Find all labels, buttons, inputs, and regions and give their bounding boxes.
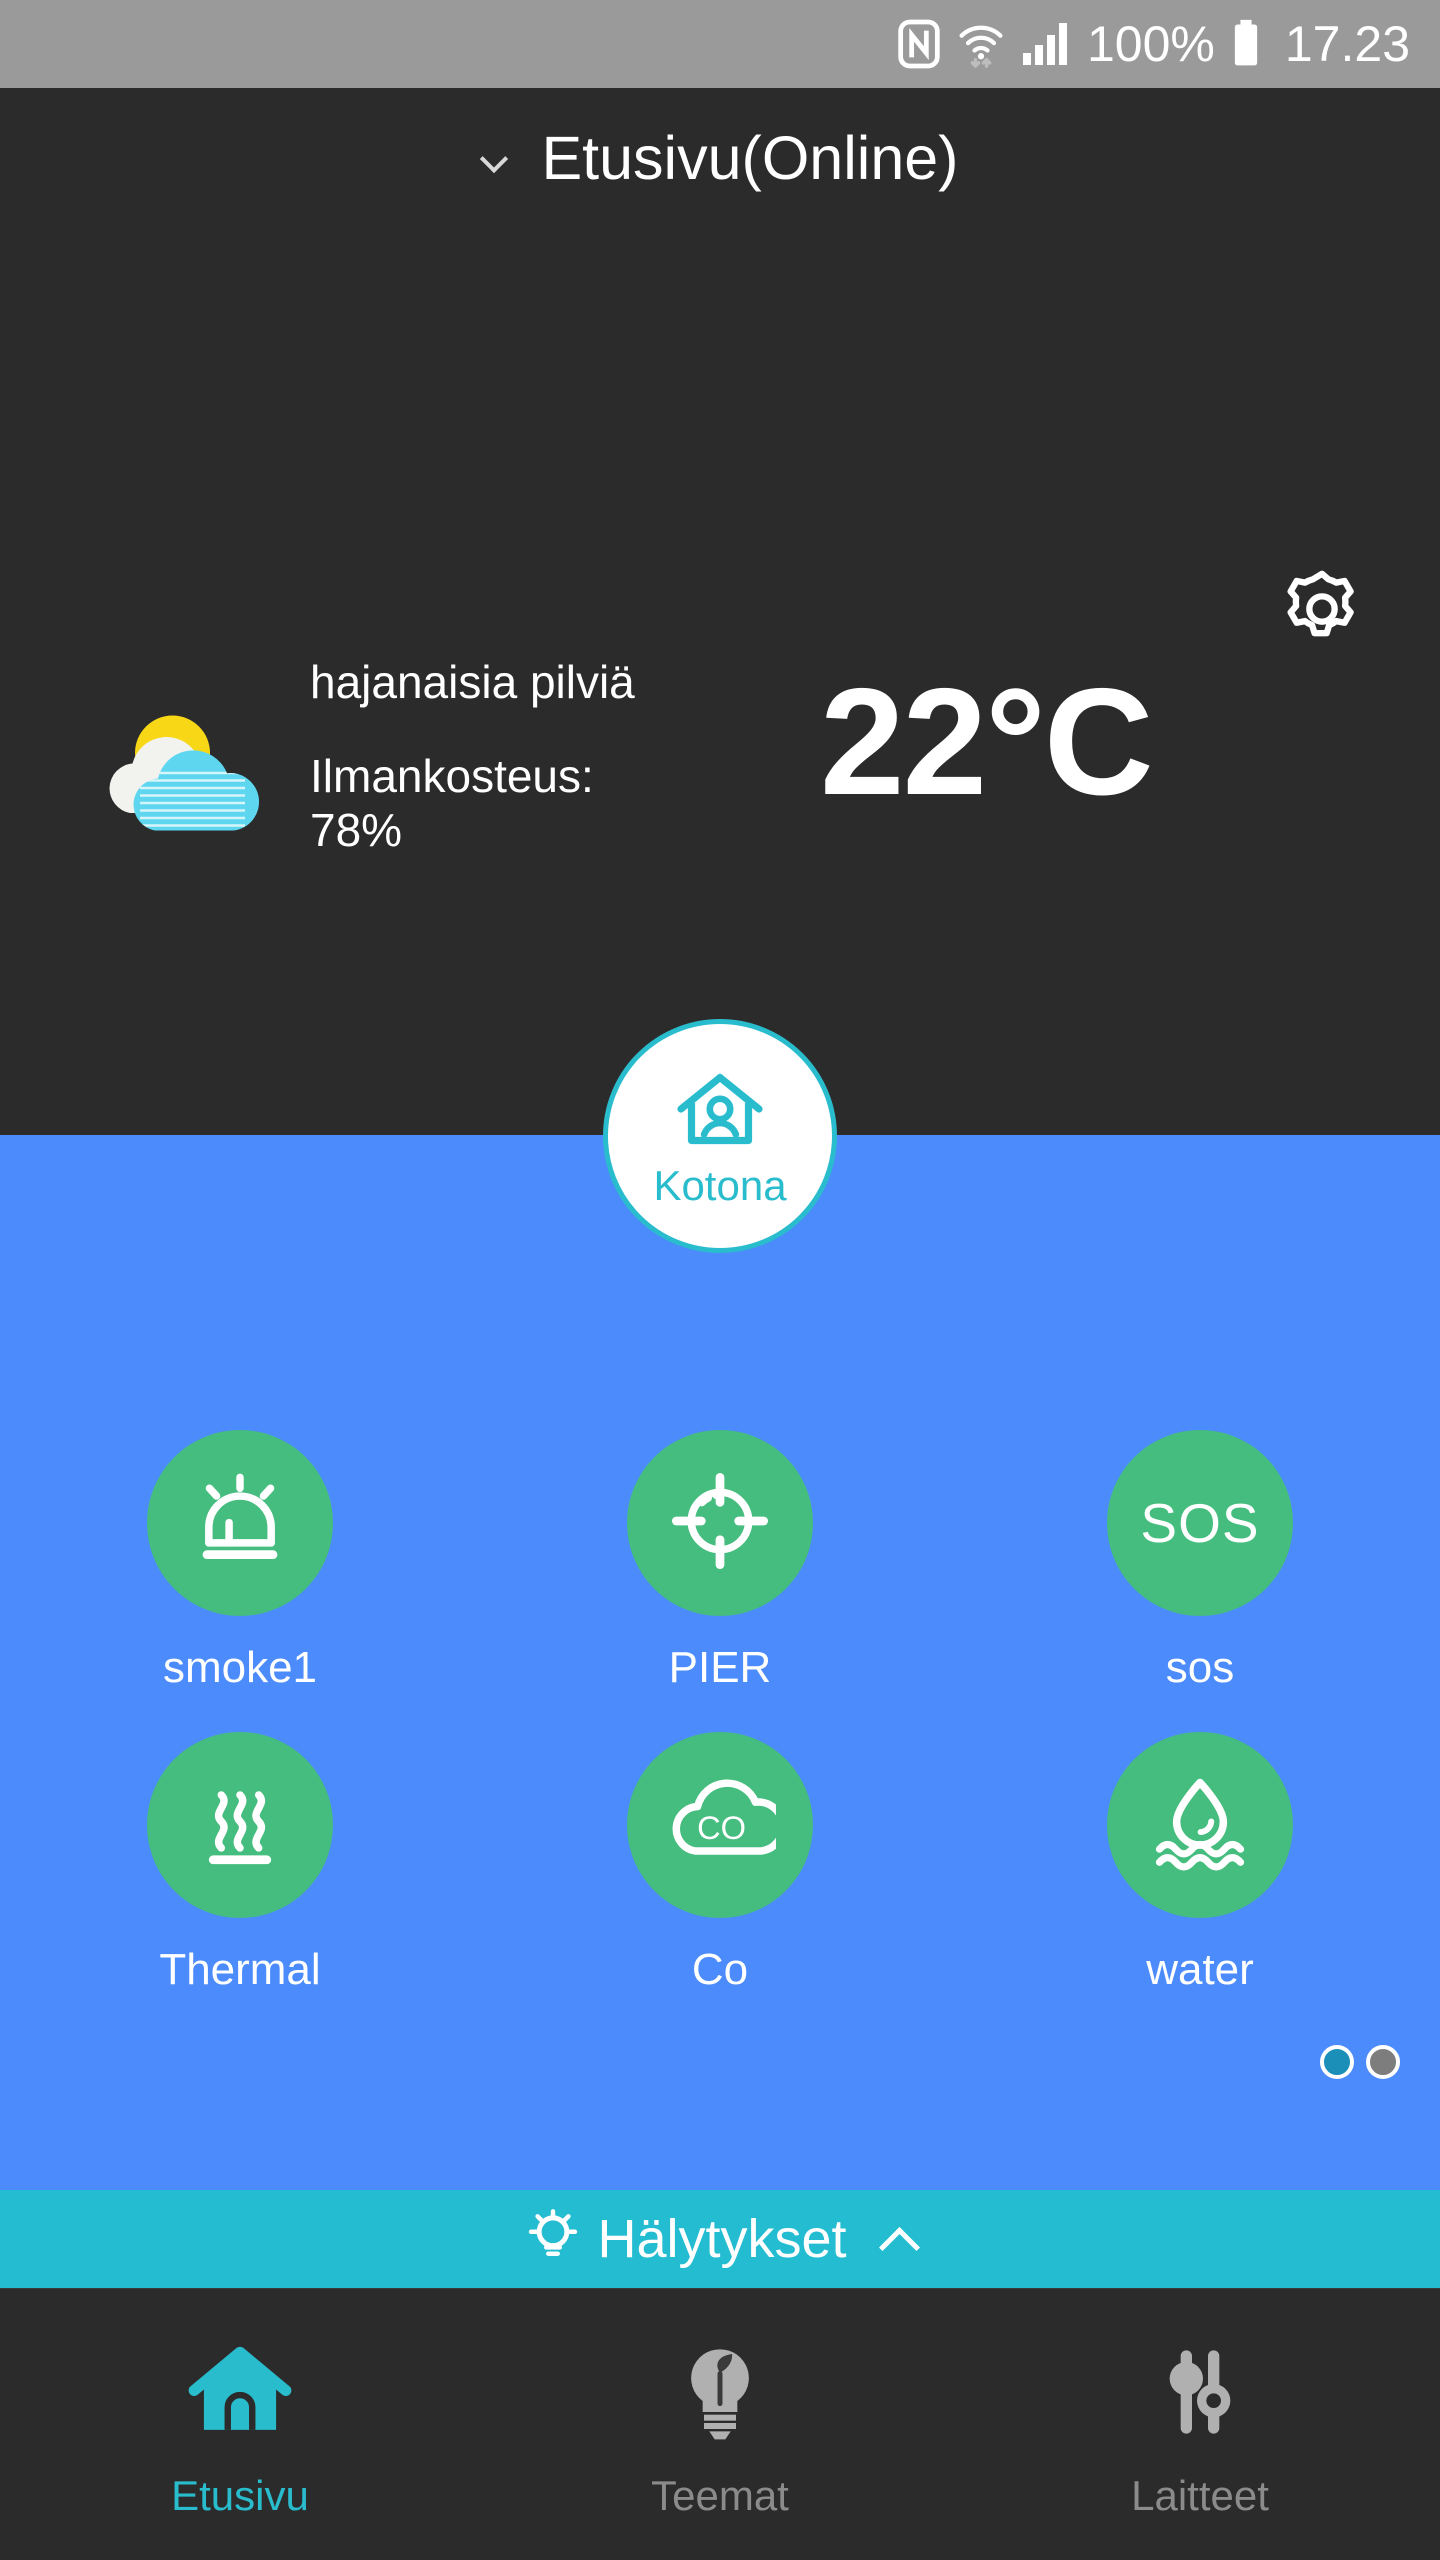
- weather-humidity-label: Ilmankosteus:: [310, 750, 594, 803]
- crosshair-target-icon: [667, 1468, 773, 1579]
- device-label: Co: [691, 1945, 749, 1994]
- device-tile-water[interactable]: water: [960, 1732, 1440, 1992]
- chevron-up-icon[interactable]: [877, 2224, 921, 2254]
- device-tile-thermal[interactable]: Thermal: [0, 1732, 480, 1992]
- nav-label: Etusivu: [171, 2472, 309, 2519]
- device-status-circle: SOS: [1107, 1430, 1293, 1616]
- device-tile-co[interactable]: CO Co: [480, 1732, 960, 1992]
- status-bar: 100% 17.23: [0, 0, 1440, 88]
- lightbulb-icon: [519, 2203, 587, 2276]
- device-status-circle: [147, 1430, 333, 1616]
- nav-label: Laitteet: [1131, 2472, 1269, 2519]
- signal-bars-icon: [1021, 21, 1069, 67]
- device-status-circle: [147, 1732, 333, 1918]
- settings-button[interactable]: [1276, 566, 1368, 658]
- page-dot-inactive[interactable]: [1366, 2045, 1400, 2079]
- header-title-group[interactable]: Etusivu(Online): [482, 123, 959, 192]
- battery-full-icon: [1231, 18, 1261, 70]
- mode-button-kotona[interactable]: Kotona: [603, 1019, 837, 1253]
- device-label: sos: [1165, 1643, 1235, 1692]
- device-status-circle: [627, 1430, 813, 1616]
- weather-text-block: hajanaisia pilviä Ilmankosteus: 78%: [310, 648, 810, 854]
- mode-button-label: Kotona: [653, 1161, 787, 1209]
- device-label: smoke1: [162, 1643, 318, 1692]
- device-tile-smoke1[interactable]: smoke1: [0, 1430, 480, 1690]
- weather-humidity-value: 78%: [310, 803, 403, 856]
- wifi-icon: [957, 18, 1005, 70]
- alarms-bar-inner: Hälytykset: [519, 2203, 920, 2276]
- page-indicator[interactable]: [1320, 2045, 1400, 2079]
- heat-waves-icon: [187, 1770, 293, 1881]
- device-tile-pier[interactable]: PIER: [480, 1430, 960, 1690]
- device-label: PIER: [668, 1643, 772, 1692]
- device-label: water: [1146, 1945, 1254, 1994]
- svg-text:CO: CO: [697, 1809, 746, 1846]
- device-row: Thermal CO Co water: [0, 1732, 1440, 1992]
- alarms-bar[interactable]: Hälytykset: [0, 2190, 1440, 2288]
- device-status-circle: [1107, 1732, 1293, 1918]
- bottom-navigation: Etusivu Teemat Laitteet: [0, 2288, 1440, 2560]
- alarms-label: Hälytykset: [597, 2209, 847, 2269]
- gear-icon: [1278, 565, 1366, 658]
- device-grid: smoke1 PIER SOS sos Thermal CO Co water: [0, 1430, 1440, 1992]
- device-label: Thermal: [159, 1945, 321, 1994]
- bulb-leaf-icon: [670, 2342, 770, 2447]
- weather-widget: hajanaisia pilviä Ilmankosteus: 78% 22°C: [0, 648, 1440, 854]
- sliders-icon: [1150, 2342, 1250, 2447]
- app-root: 100% 17.23 Etusivu(Online) hajanaisia pi…: [0, 0, 1440, 2560]
- cloud-co-icon: CO: [664, 1767, 787, 1884]
- device-tile-sos[interactable]: SOS sos: [960, 1430, 1440, 1690]
- page-title: Etusivu(Online): [541, 123, 959, 192]
- nav-item-etusivu[interactable]: Etusivu: [0, 2289, 480, 2560]
- top-dark-section: Etusivu(Online) hajanaisia pilviä Ilmank…: [0, 88, 1440, 1135]
- device-row: smoke1 PIER SOS sos: [0, 1430, 1440, 1690]
- temperature-value: 22°C: [820, 657, 1154, 827]
- nav-label: Teemat: [651, 2472, 789, 2519]
- water-drop-waves-icon: [1147, 1770, 1253, 1881]
- app-header: Etusivu(Online): [0, 88, 1440, 228]
- weather-condition: hajanaisia pilviä: [310, 656, 635, 708]
- nav-item-teemat[interactable]: Teemat: [480, 2289, 960, 2560]
- battery-percent-text: 100%: [1086, 16, 1215, 72]
- chevron-down-icon[interactable]: [482, 145, 508, 171]
- sos-text-icon: SOS: [1140, 1492, 1260, 1554]
- sun-behind-cloud-icon: [90, 698, 280, 853]
- device-status-circle: CO: [627, 1732, 813, 1918]
- siren-alarm-icon: [187, 1468, 293, 1579]
- home-person-icon: [672, 1070, 768, 1159]
- nav-item-laitteet[interactable]: Laitteet: [960, 2289, 1440, 2560]
- home-icon: [188, 2342, 292, 2447]
- status-time: 17.23: [1284, 16, 1410, 72]
- nfc-icon: [897, 18, 941, 70]
- page-dot-active[interactable]: [1320, 2045, 1354, 2079]
